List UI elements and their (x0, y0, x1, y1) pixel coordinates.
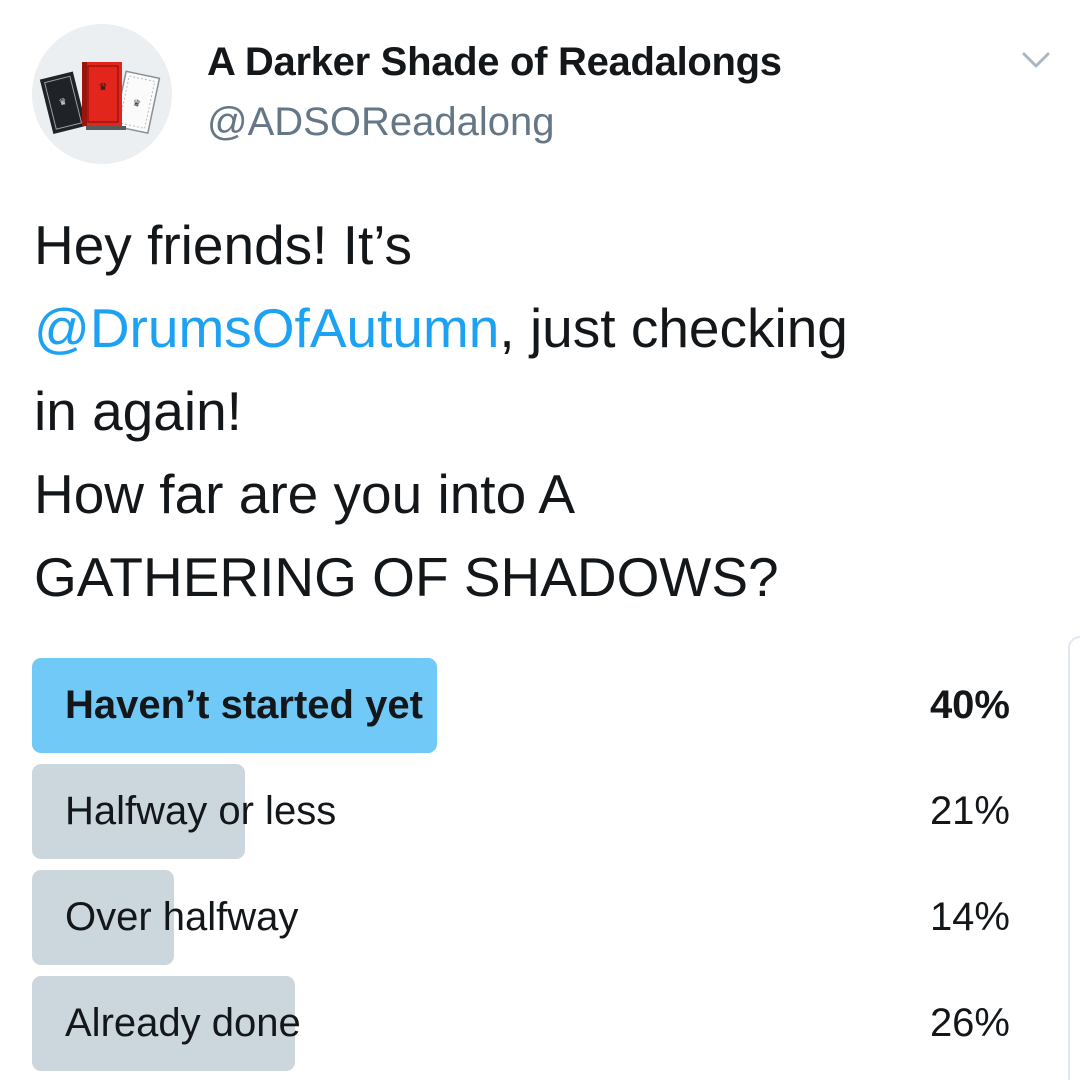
poll-option-label: Halfway or less (65, 789, 337, 833)
scrollbar-track[interactable] (1068, 636, 1080, 1080)
poll-option-label: Already done (65, 1001, 301, 1045)
tweet-line: @DrumsOfAutumn, just checking (34, 287, 1044, 370)
chevron-down-icon[interactable] (1018, 46, 1054, 74)
poll-option-label: Haven’t started yet (65, 683, 423, 727)
tweet-line: in again! (34, 380, 242, 442)
poll-option-percent: 40% (929, 683, 1010, 727)
tweet-line: How far are you into A (34, 463, 576, 525)
poll: Haven’t started yet 40% Halfway or less … (32, 658, 1022, 1080)
tweet-text-fragment: , just checking (499, 297, 848, 359)
svg-text:♛: ♛ (99, 82, 108, 93)
poll-option-percent: 21% (929, 789, 1010, 833)
tweet-card: ♛ ♛ ♛ A Darker Shade of Readalongs @ADSO… (0, 0, 1080, 1080)
author-display-name[interactable]: A Darker Shade of Readalongs (207, 40, 782, 85)
mention-link[interactable]: @DrumsOfAutumn (34, 297, 499, 359)
poll-option-label: Over halfway (65, 895, 299, 939)
tweet-line: Hey friends! It’s (34, 214, 413, 276)
avatar[interactable]: ♛ ♛ ♛ (32, 24, 172, 164)
tweet-text: Hey friends! It’s @DrumsOfAutumn, just c… (34, 204, 1044, 619)
poll-option[interactable]: Over halfway 14% (32, 870, 1022, 965)
author-handle[interactable]: @ADSOReadalong (207, 100, 554, 145)
poll-option[interactable]: Halfway or less 21% (32, 764, 1022, 859)
poll-option[interactable]: Haven’t started yet 40% (32, 658, 1022, 753)
poll-option-percent: 26% (929, 1001, 1010, 1045)
book-covers-avatar-icon: ♛ ♛ ♛ (32, 24, 172, 164)
poll-option-percent: 14% (929, 895, 1010, 939)
tweet-line: GATHERING OF SHADOWS? (34, 546, 779, 608)
poll-option[interactable]: Already done 26% (32, 976, 1022, 1071)
